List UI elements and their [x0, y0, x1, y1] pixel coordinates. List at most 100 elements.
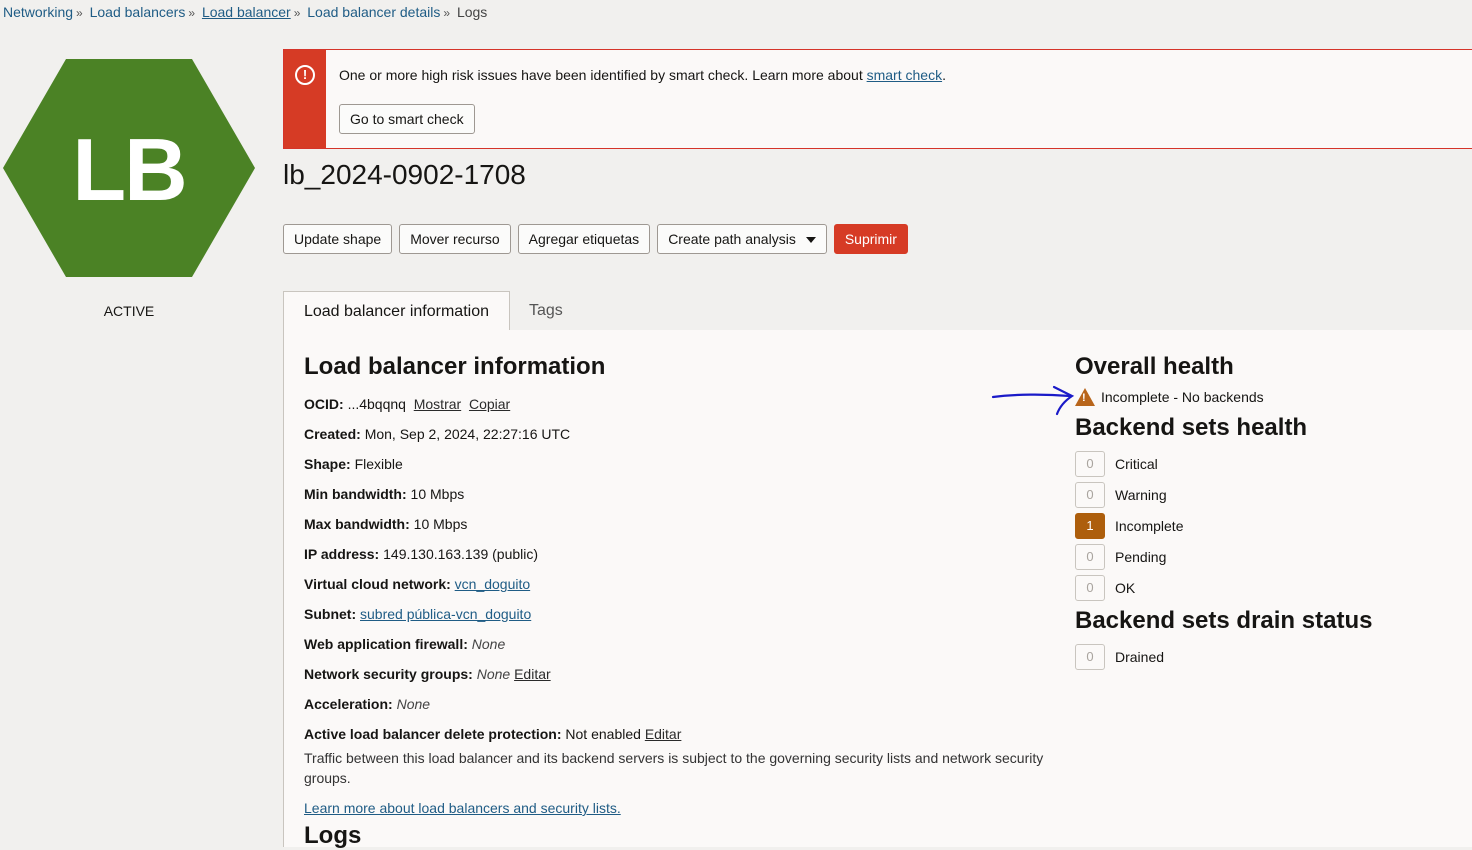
drain-status-list: 0 Drained: [1075, 641, 1455, 672]
nsg-value: None: [476, 666, 511, 682]
add-tags-button[interactable]: Agregar etiquetas: [517, 224, 651, 254]
tab-bar: Load balancer information Tags: [283, 291, 1472, 331]
min-bandwidth-label: Min bandwidth:: [304, 486, 407, 502]
stat-label: Pending: [1115, 548, 1167, 565]
vcn-link[interactable]: vcn_doguito: [455, 576, 531, 592]
alert-circle-icon: !: [295, 65, 315, 85]
info-row-min-bandwidth: Min bandwidth: 10 Mbps: [304, 484, 1064, 514]
breadcrumb-separator: »: [443, 6, 451, 20]
action-toolbar: Update shape Mover recurso Agregar etiqu…: [283, 224, 908, 254]
section-heading-logs: Logs: [304, 822, 362, 849]
drain-status-heading: Backend sets drain status: [1075, 607, 1373, 634]
create-path-analysis-button[interactable]: Create path analysis: [657, 224, 827, 254]
info-list: OCID: ...4bqqnq Mostrar Copiar Created: …: [304, 394, 1064, 816]
breadcrumb-separator: »: [76, 6, 83, 20]
stat-label: Critical: [1115, 455, 1158, 472]
stat-critical[interactable]: 0 Critical: [1075, 448, 1455, 479]
stat-label: Drained: [1115, 648, 1165, 665]
count-badge: 0: [1075, 481, 1105, 508]
logo-letters: LB: [72, 120, 187, 219]
overall-health-status: ! Incomplete - No backends: [1075, 386, 1455, 408]
alert-message: One or more high risk issues have been i…: [339, 67, 946, 83]
lifecycle-state: ACTIVE: [103, 303, 155, 319]
count-badge: 0: [1075, 543, 1105, 570]
count-badge: 0: [1075, 574, 1105, 601]
ip-label: IP address:: [304, 546, 380, 562]
smart-check-link[interactable]: smart check: [867, 67, 942, 83]
delete-protection-value: Not enabled: [565, 726, 641, 742]
nsg-label: Network security groups:: [304, 666, 473, 682]
smart-check-alert: ! One or more high risk issues have been…: [283, 49, 1472, 149]
created-label: Created:: [304, 426, 361, 442]
update-shape-button[interactable]: Update shape: [283, 224, 393, 254]
alert-text: One or more high risk issues have been i…: [339, 67, 867, 83]
delete-button[interactable]: Suprimir: [833, 224, 908, 254]
count-badge: 0: [1075, 643, 1105, 670]
info-row-shape: Shape: Flexible: [304, 454, 1064, 484]
stat-pending[interactable]: 0 Pending: [1075, 541, 1455, 572]
section-heading-information: Load balancer information: [304, 353, 606, 380]
count-badge: 1: [1075, 512, 1105, 539]
hand-drawn-arrow-icon: [991, 385, 1075, 416]
info-row-waf: Web application firewall: None: [304, 634, 1064, 664]
min-bandwidth-value: 10 Mbps: [410, 486, 465, 502]
edit-delete-protection-link[interactable]: Editar: [645, 726, 682, 742]
stat-label: Incomplete: [1115, 517, 1184, 534]
subnet-link[interactable]: subred pública-vcn_doguito: [360, 606, 531, 622]
breadcrumb-load-balancer[interactable]: Load balancer: [202, 4, 291, 20]
info-row-created: Created: Mon, Sep 2, 2024, 22:27:16 UTC: [304, 424, 1064, 454]
show-ocid-link[interactable]: Mostrar: [414, 396, 461, 412]
load-balancer-logo-icon: LB: [3, 59, 255, 277]
subnet-label: Subnet:: [304, 606, 357, 622]
breadcrumb-networking[interactable]: Networking: [3, 4, 73, 20]
tab-load-balancer-information[interactable]: Load balancer information: [283, 291, 510, 331]
stat-warning[interactable]: 0 Warning: [1075, 479, 1455, 510]
info-row-vcn: Virtual cloud network: vcn_doguito: [304, 574, 1064, 604]
breadcrumb-current: Logs: [456, 4, 488, 20]
info-row-nsg: Network security groups: None Editar: [304, 664, 1064, 694]
breadcrumb-load-balancer-details[interactable]: Load balancer details: [307, 4, 440, 20]
caret-down-icon: [805, 237, 816, 244]
waf-value: None: [471, 636, 506, 652]
stat-drained[interactable]: 0 Drained: [1075, 641, 1455, 672]
alert-stripe: !: [284, 50, 326, 148]
edit-nsg-link[interactable]: Editar: [514, 666, 551, 682]
breadcrumb-load-balancers[interactable]: Load balancers: [90, 4, 186, 20]
stat-label: Warning: [1115, 486, 1167, 503]
waf-label: Web application firewall:: [304, 636, 468, 652]
alert-suffix: .: [942, 67, 946, 83]
learn-more-link[interactable]: Learn more about load balancers and secu…: [304, 800, 621, 816]
info-row-ocid: OCID: ...4bqqnq Mostrar Copiar: [304, 394, 1064, 424]
stat-incomplete[interactable]: 1 Incomplete: [1075, 510, 1455, 541]
ip-value: 149.130.163.139 (public): [383, 546, 539, 562]
max-bandwidth-label: Max bandwidth:: [304, 516, 410, 532]
tab-tags[interactable]: Tags: [529, 291, 563, 331]
go-to-smart-check-button[interactable]: Go to smart check: [339, 104, 475, 134]
ocid-label: OCID:: [304, 396, 344, 412]
max-bandwidth-value: 10 Mbps: [413, 516, 468, 532]
info-row-subnet: Subnet: subred pública-vcn_doguito: [304, 604, 1064, 634]
overall-health-heading: Overall health: [1075, 353, 1234, 380]
stat-label: OK: [1115, 579, 1136, 596]
vcn-label: Virtual cloud network:: [304, 576, 451, 592]
create-path-analysis-label: Create path analysis: [668, 231, 796, 247]
shape-label: Shape:: [304, 456, 351, 472]
acceleration-label: Acceleration:: [304, 696, 393, 712]
info-row-max-bandwidth: Max bandwidth: 10 Mbps: [304, 514, 1064, 544]
security-note: Traffic between this load balancer and i…: [304, 750, 1044, 786]
info-row-acceleration: Acceleration: None: [304, 694, 1064, 724]
stat-ok[interactable]: 0 OK: [1075, 572, 1455, 603]
ocid-value: ...4bqqnq: [347, 396, 406, 412]
breadcrumb-separator: »: [293, 6, 301, 20]
overall-health-text: Incomplete - No backends: [1101, 389, 1264, 405]
breadcrumb: Networking» Load balancers» Load balance…: [3, 4, 487, 20]
count-badge: 0: [1075, 450, 1105, 477]
copy-ocid-link[interactable]: Copiar: [469, 396, 510, 412]
page-title: lb_2024-0902-1708: [283, 159, 526, 190]
acceleration-value: None: [396, 696, 431, 712]
created-value: Mon, Sep 2, 2024, 22:27:16 UTC: [364, 426, 571, 442]
delete-protection-label: Active load balancer delete protection:: [304, 726, 562, 742]
backend-health-list: 0 Critical 0 Warning 1 Incomplete 0 Pend…: [1075, 448, 1455, 603]
shape-value: Flexible: [354, 456, 403, 472]
move-resource-button[interactable]: Mover recurso: [399, 224, 511, 254]
